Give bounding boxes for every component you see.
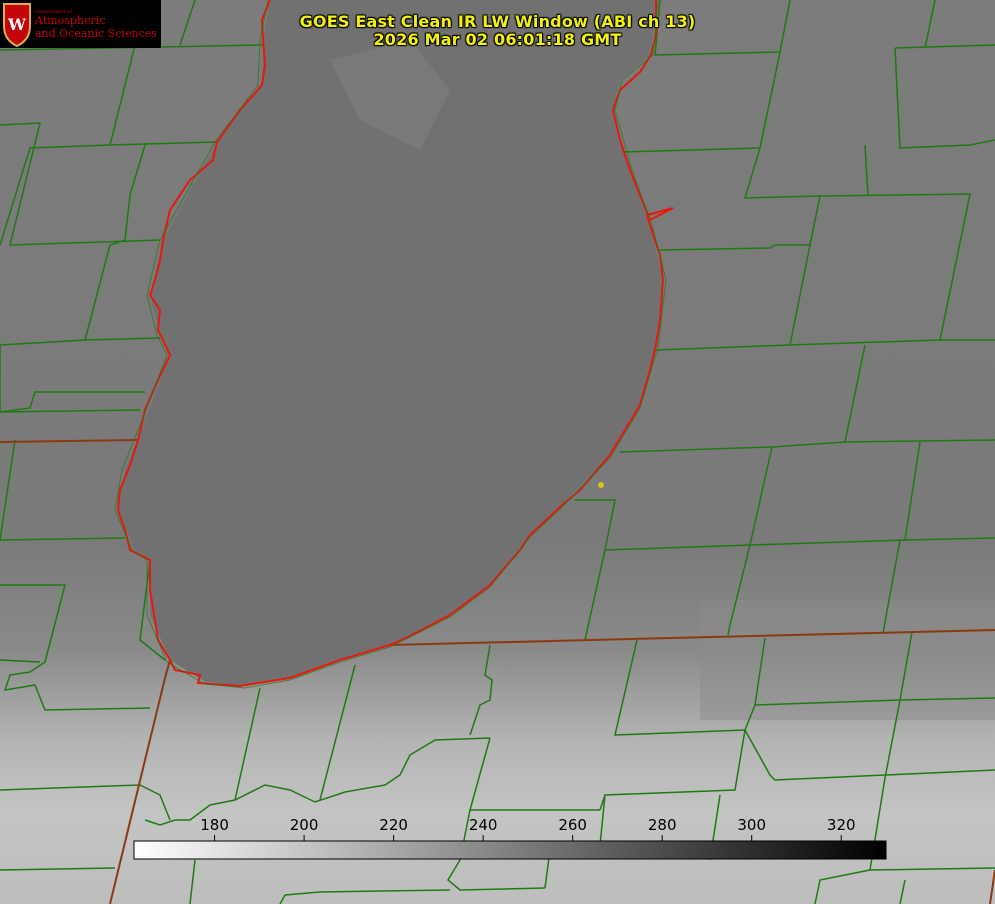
station-marker xyxy=(598,482,604,488)
colorbar-tick-label: 280 xyxy=(648,816,677,834)
colorbar-gradient xyxy=(133,840,887,860)
satellite-map: 180 200 220 240 260 280 300 320 xyxy=(0,0,995,904)
colorbar-tick-label: 200 xyxy=(290,816,319,834)
colorbar-tick-label: 260 xyxy=(558,816,587,834)
image-timestamp: 2026 Mar 02 06:01:18 GMT xyxy=(373,30,622,49)
colorbar-tick-label: 240 xyxy=(469,816,498,834)
colorbar-tick-label: 180 xyxy=(200,816,229,834)
image-title: GOES East Clean IR LW Window (ABI ch 13) xyxy=(299,12,696,31)
colorbar-tick-label: 220 xyxy=(379,816,408,834)
colorbar-tick-label: 300 xyxy=(737,816,766,834)
colorbar-tick-label: 320 xyxy=(827,816,856,834)
